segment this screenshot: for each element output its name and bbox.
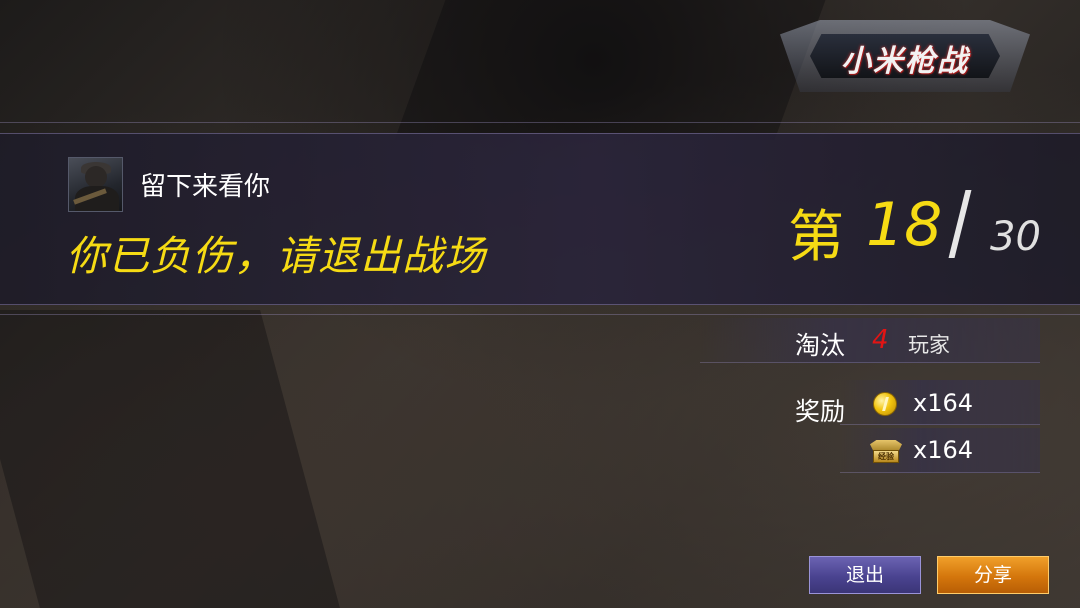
player-avatar (68, 157, 123, 212)
rank-prefix: 第 (788, 205, 844, 270)
eliminations-count: 4 (872, 325, 889, 355)
game-logo: 小米枪战 (780, 20, 1030, 92)
eliminations-row (700, 318, 1040, 363)
share-button[interactable]: 分享 (937, 556, 1049, 594)
eliminations-unit: 玩家 (908, 333, 950, 357)
exit-button[interactable]: 退出 (809, 556, 921, 594)
banner-top-accent-line (0, 122, 1080, 123)
rank-number: 18 (866, 190, 943, 260)
badge-text: 经验 (873, 450, 899, 463)
eliminations-label: 淘汰 (795, 331, 846, 360)
wounded-message: 你已负伤，请退出战场 (66, 232, 486, 280)
player-name: 留下来看你 (140, 172, 271, 202)
background-shadow-shape (394, 0, 826, 140)
rank-total: 30 (990, 214, 1041, 260)
logo-text: 小米枪战 (841, 44, 969, 79)
experience-badge-icon: 经验 (870, 436, 902, 464)
avatar-head-shape (85, 166, 107, 188)
reward-label: 奖励 (795, 397, 846, 426)
gold-coin-icon (873, 392, 897, 416)
experience-reward-quantity: x164 (913, 436, 974, 464)
banner-bottom-accent-line (0, 314, 1080, 315)
gold-reward-quantity: x164 (913, 389, 974, 417)
